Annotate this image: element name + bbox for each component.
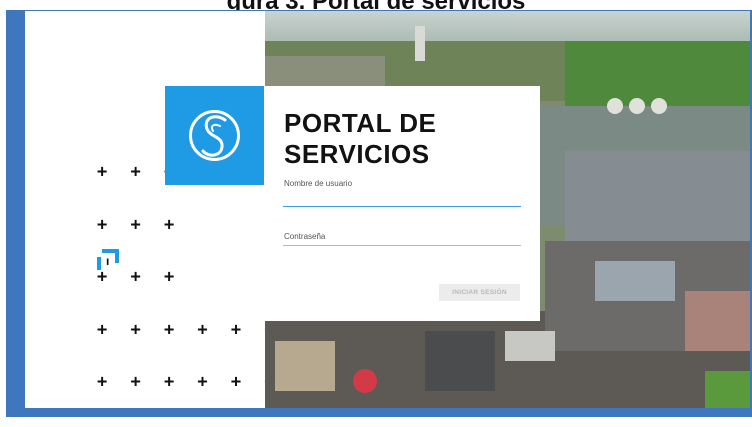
left-branding-panel: + + + + + + + + + + + + + + + + + + + + … [25,11,275,408]
password-field[interactable] [283,229,521,246]
bracket-letter: I [106,258,109,268]
s-circle-logo-icon [189,110,240,161]
plus-row-4: + + + + + + [97,319,282,340]
plus-row-2: + + + [97,214,181,235]
corner-bracket-icon: I [96,248,120,277]
logo-tile [165,86,264,185]
plus-row-3: + + + [97,267,181,287]
page-title-line-2: SERVICIOS [284,139,430,169]
page-title-line-1: PORTAL DE [284,108,437,138]
login-card: PORTAL DE SERVICIOS Nombre de usuario Co… [264,86,540,321]
page-title: PORTAL DE SERVICIOS [284,108,436,170]
login-button[interactable]: INICIAR SESIÓN [439,284,520,301]
username-field[interactable] [283,190,521,207]
username-label: Nombre de usuario [284,179,353,188]
plus-row-5: + + + + + + [97,372,282,392]
